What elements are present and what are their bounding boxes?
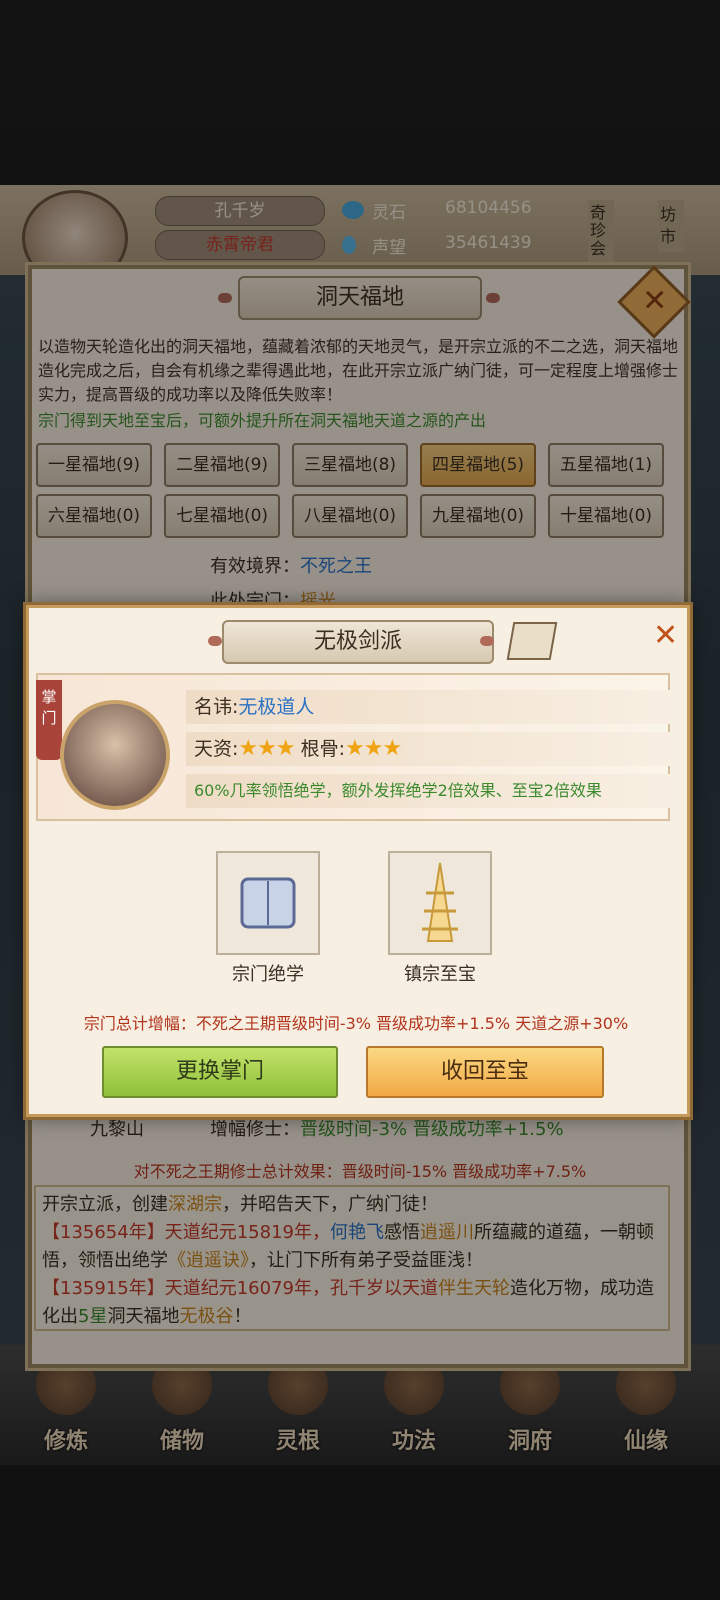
boost-value: 晋级时间-3% 晋级成功率+1.5%	[300, 1119, 564, 1140]
tier-button-4[interactable]: 四星福地(5)	[420, 443, 536, 487]
currency2-label: 声望	[372, 238, 406, 258]
close-icon: ✕	[653, 618, 679, 653]
scroll-ornament-right	[486, 293, 500, 303]
close-icon: ✕	[642, 283, 668, 319]
leader-tag: 掌门	[36, 680, 62, 760]
recall-treasure-button[interactable]: 收回至宝	[366, 1046, 604, 1098]
nav-spirit-root[interactable]: 灵根	[248, 1355, 348, 1465]
sect-popup-title: 无极剑派	[222, 620, 494, 664]
currency1-label: 灵石	[372, 203, 406, 223]
tier-button-2[interactable]: 二星福地(9)	[164, 443, 280, 487]
paradise-description: 以造物天轮造化出的洞天福地，蕴藏着浓郁的天地灵气，是开宗立派的不二之选，洞天福地…	[38, 337, 679, 404]
root-stars-icon: ★★★	[345, 736, 402, 761]
scroll-ornament-right	[480, 636, 494, 646]
scroll-ornament-left	[208, 636, 222, 646]
effective-realm: 有效境界：不死之王	[210, 556, 372, 577]
leader-portrait[interactable]	[60, 700, 170, 810]
player-title: 赤霄帝君	[155, 230, 325, 260]
scroll-book-icon	[240, 877, 296, 929]
currency1-value: 68104456	[445, 198, 532, 218]
currency2-value: 35461439	[445, 233, 532, 253]
tier-button-6[interactable]: 六星福地(0)	[36, 494, 152, 538]
sect-record-book-icon[interactable]	[506, 622, 558, 660]
tier-button-1[interactable]: 一星福地(9)	[36, 443, 152, 487]
nav-cave[interactable]: 洞府	[480, 1355, 580, 1465]
top-status-area	[0, 0, 720, 185]
log-entry-1: 开宗立派，创建深湖宗，并昭告天下，广纳门徒！	[42, 1194, 438, 1215]
boost-row: 增幅修士：晋级时间-3% 晋级成功率+1.5%	[210, 1119, 564, 1140]
leader-name-row: 名讳:无极道人	[186, 690, 670, 724]
pagoda-icon	[422, 862, 458, 942]
log-entry-3: 【135915年】天道纪元16079年，孔千岁以天道伴生天轮造化万物，成功造化出…	[42, 1278, 654, 1327]
mountain-name: 九黎山	[90, 1119, 144, 1140]
event-log: 开宗立派，创建深湖宗，并昭告天下，广纳门徒！ 【135654年】天道纪元1581…	[34, 1185, 670, 1331]
leader-name: 无极道人	[238, 696, 315, 718]
leader-skill-row: 60%几率领悟绝学，额外发挥绝学2倍效果、至宝2倍效果	[186, 774, 670, 808]
paradise-note: 宗门得到天地至宝后，可额外提升所在洞天福地天道之源的产出	[38, 411, 487, 430]
reputation-icon	[342, 236, 356, 254]
tier-button-8[interactable]: 八星福地(0)	[292, 494, 408, 538]
paradise-panel-title: 洞天福地	[238, 276, 482, 320]
realm-value: 不死之王	[300, 556, 372, 577]
bottom-system-area	[0, 1465, 720, 1600]
leader-talent-row: 天资:★★★ 根骨:★★★	[186, 732, 670, 766]
nav-fate[interactable]: 仙缘	[596, 1355, 696, 1465]
sect-treasure-slot[interactable]	[388, 851, 492, 955]
tier-button-3[interactable]: 三星福地(8)	[292, 443, 408, 487]
nav-cultivate[interactable]: 修炼	[16, 1355, 116, 1465]
sect-treasure-label: 镇宗至宝	[404, 964, 476, 985]
close-popup-button[interactable]: ✕	[653, 618, 678, 653]
tier-button-5[interactable]: 五星福地(1)	[548, 443, 664, 487]
talent-stars-icon: ★★★	[238, 736, 295, 761]
total-effect: 对不死之王期修士总计效果：晋级时间-15% 晋级成功率+7.5%	[133, 1162, 587, 1181]
nav-storage[interactable]: 储物	[132, 1355, 232, 1465]
side-tab-market[interactable]: 坊市	[658, 200, 684, 252]
side-tab-treasure[interactable]: 奇珍会	[588, 200, 614, 262]
tier-button-9[interactable]: 九星福地(0)	[420, 494, 536, 538]
sect-total-boost: 宗门总计增幅：不死之王期晋级时间-3% 晋级成功率+1.5% 天道之源+30%	[83, 1014, 629, 1033]
change-leader-button[interactable]: 更换掌门	[102, 1046, 338, 1098]
sect-technique-slot[interactable]	[216, 851, 320, 955]
player-name: 孔千岁	[155, 196, 325, 226]
scroll-ornament-left	[218, 293, 232, 303]
tier-button-10[interactable]: 十星福地(0)	[548, 494, 664, 538]
sect-technique-label: 宗门绝学	[232, 964, 304, 985]
log-entry-2: 【135654年】天道纪元15819年，何艳飞感悟逍遥川所蕴藏的道蕴，一朝顿悟，…	[42, 1222, 654, 1271]
nav-techniques[interactable]: 功法	[364, 1355, 464, 1465]
tier-button-7[interactable]: 七星福地(0)	[164, 494, 280, 538]
spirit-stone-icon	[342, 201, 364, 219]
